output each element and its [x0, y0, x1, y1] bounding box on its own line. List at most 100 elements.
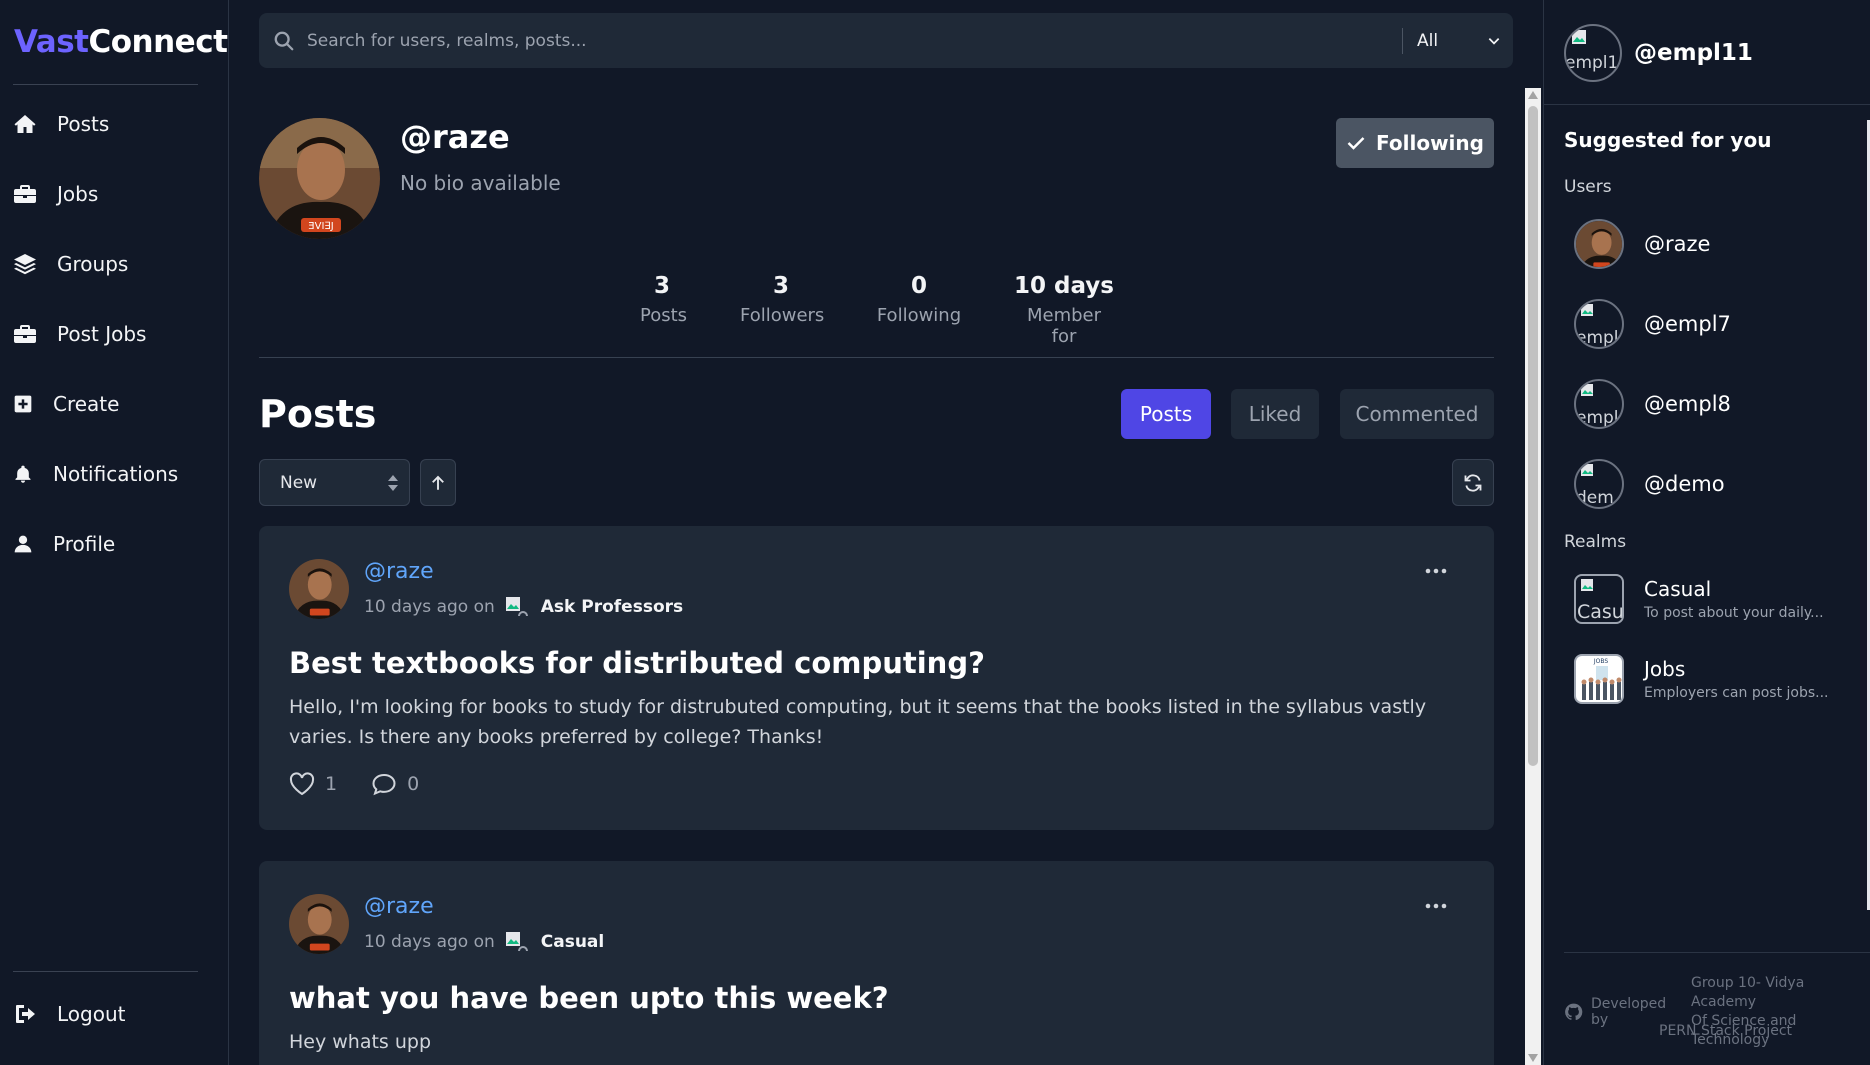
scroll-up-arrow[interactable] [1528, 91, 1538, 99]
realm-badge-text: JOBS [1593, 658, 1609, 665]
like-button[interactable]: 1 [289, 772, 337, 796]
user-handle: @raze [1644, 232, 1711, 256]
avatar-alt-text: empl [1576, 408, 1619, 428]
check-icon [1347, 137, 1365, 150]
post-author[interactable]: @raze [364, 894, 434, 919]
post-body: Hello, I'm looking for books to study fo… [289, 696, 1427, 748]
suggested-user[interactable]: empl @empl8 [1574, 378, 1731, 430]
realm-avatar: JOBS [1574, 654, 1624, 704]
post-realm-link[interactable]: Ask Professors [541, 597, 683, 617]
like-count: 1 [325, 773, 338, 795]
avatar-alt-text: dem [1576, 488, 1614, 508]
nav-label: Jobs [57, 182, 99, 206]
main-scrollbar[interactable] [1525, 88, 1541, 1065]
github-icon[interactable] [1564, 1002, 1583, 1022]
user-handle: @empl8 [1644, 392, 1731, 416]
nav-item-create[interactable]: Create [13, 382, 119, 426]
realm-description: Employers can post jobs... [1644, 685, 1829, 701]
more-options-icon[interactable] [1423, 899, 1449, 913]
stat-followers[interactable]: 3 Followers [740, 273, 824, 326]
search-bar: All [259, 13, 1513, 68]
logout-button[interactable]: Logout [13, 992, 125, 1036]
post-meta: 10 days ago on Casual [364, 929, 604, 955]
nav-item-jobs[interactable]: Jobs [13, 172, 98, 216]
search-scope-value: All [1417, 30, 1439, 51]
nav-label: Groups [57, 252, 129, 276]
nav-label: Create [53, 392, 120, 416]
plus-square-icon [14, 395, 32, 413]
scrollbar-thumb[interactable] [1528, 106, 1538, 766]
suggested-realm[interactable]: Casu Casual To post about your daily... [1574, 573, 1824, 625]
search-scope-select[interactable]: All [1403, 31, 1513, 51]
layers-icon [14, 254, 36, 275]
nav-label: Post Jobs [57, 322, 147, 346]
suggested-title: Suggested for you [1564, 128, 1772, 152]
stat-label: Posts [640, 305, 688, 326]
comment-button[interactable]: 0 [371, 772, 419, 796]
suggested-user[interactable]: empl @empl7 [1574, 298, 1731, 350]
post-author[interactable]: @raze [364, 559, 434, 584]
sidebar-divider [13, 971, 198, 972]
post-meta: 10 days ago on Ask Professors [364, 594, 683, 620]
sort-value: New [280, 472, 318, 493]
chevron-down-icon [1488, 37, 1500, 45]
sort-select[interactable]: New [259, 459, 410, 506]
refresh-button[interactable] [1452, 459, 1494, 506]
post-time: 10 days ago on [364, 932, 495, 952]
post-time: 10 days ago on [364, 597, 495, 617]
post-title[interactable]: Best textbooks for distributed computing… [289, 646, 985, 680]
refresh-icon [1464, 474, 1482, 491]
suggested-user[interactable]: @raze [1574, 218, 1710, 270]
post-realm-link[interactable]: Casual [541, 932, 604, 952]
logout-label: Logout [57, 1002, 126, 1026]
arrow-up-icon [432, 475, 444, 490]
avatar-alt-text: empl [1576, 328, 1619, 348]
user-avatar: empl [1574, 299, 1624, 349]
current-user-handle[interactable]: @empl11 [1634, 40, 1753, 66]
more-options-icon[interactable] [1423, 564, 1449, 578]
nav-item-posts[interactable]: Posts [13, 102, 109, 146]
stat-member-for: 10 days Member for [1014, 273, 1114, 347]
logout-icon [16, 1005, 35, 1023]
suggested-realm[interactable]: JOBS Jobs Employers can post jobs... [1574, 653, 1829, 705]
tab-posts[interactable]: Posts [1121, 389, 1211, 439]
search-input[interactable] [295, 30, 1402, 51]
app-logo[interactable]: VastConnect [14, 24, 228, 60]
post-author-avatar[interactable] [289, 559, 349, 619]
post-body: Hey whats upp [289, 1031, 432, 1053]
heart-icon [289, 772, 315, 796]
tab-commented[interactable]: Commented [1340, 389, 1494, 439]
stat-value: 0 [910, 273, 927, 299]
suggested-user[interactable]: dem @demo [1574, 458, 1725, 510]
posts-heading: Posts [259, 392, 377, 436]
user-icon [14, 535, 32, 553]
comment-icon [372, 773, 396, 796]
current-user-avatar[interactable]: empl11 [1564, 24, 1622, 82]
tab-liked[interactable]: Liked [1231, 389, 1319, 439]
nav-item-groups[interactable]: Groups [13, 242, 128, 286]
following-button[interactable]: Following [1336, 118, 1494, 168]
realm-image-icon [505, 932, 528, 952]
scroll-down-arrow[interactable] [1528, 1054, 1538, 1062]
logo-second-part: Connect [88, 24, 228, 60]
sort-direction-button[interactable] [420, 459, 456, 506]
nav-label: Profile [53, 532, 116, 556]
briefcase-icon [14, 325, 36, 343]
nav-item-profile[interactable]: Profile [13, 522, 115, 566]
left-sidebar: VastConnect Posts Jobs Groups Post Jobs … [0, 0, 229, 1065]
sidebar-divider [13, 84, 198, 85]
nav-item-notifications[interactable]: Notifications [13, 452, 178, 496]
user-avatar: dem [1574, 459, 1624, 509]
profile-handle: @raze [400, 118, 510, 156]
avatar-alt-text: empl11 [1566, 53, 1622, 73]
stat-following[interactable]: 0 Following [876, 273, 962, 326]
bell-icon [15, 465, 31, 483]
post-card: @raze 10 days ago on Casual what you hav… [259, 861, 1494, 1065]
user-avatar [1574, 219, 1624, 269]
post-author-avatar[interactable] [289, 894, 349, 954]
sort-arrows-icon [388, 474, 398, 491]
search-icon [274, 31, 294, 50]
footer-divider [1564, 952, 1870, 953]
nav-item-post-jobs[interactable]: Post Jobs [13, 312, 146, 356]
post-title[interactable]: what you have been upto this week? [289, 981, 889, 1015]
